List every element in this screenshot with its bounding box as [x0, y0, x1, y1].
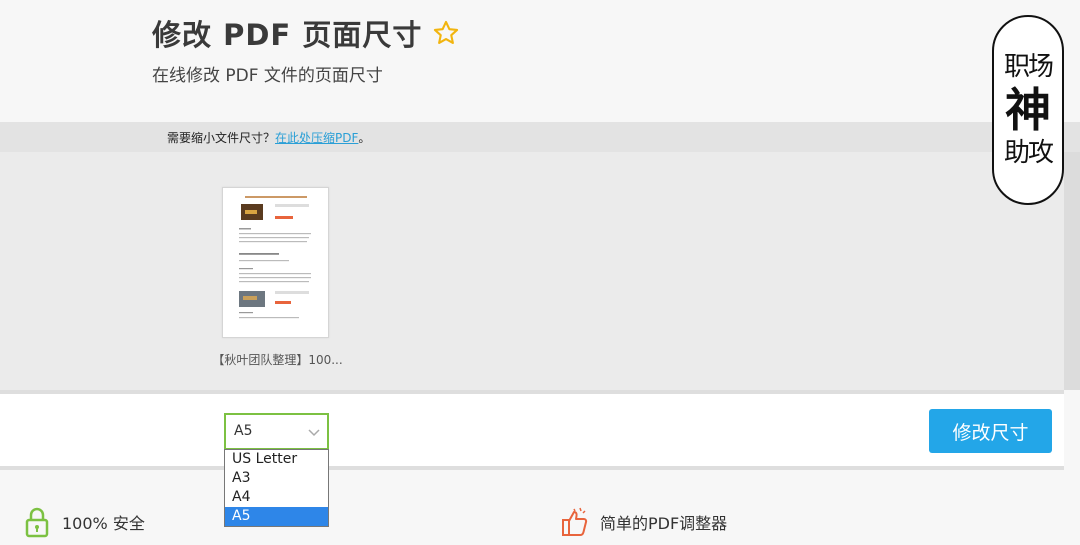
action-bar [0, 390, 1064, 470]
lock-icon [25, 507, 49, 538]
compress-pdf-link[interactable]: 在此处压缩PDF [275, 131, 358, 145]
resize-button[interactable]: 修改尺寸 [929, 409, 1052, 453]
stamp-middle-text: 神 [1005, 83, 1051, 137]
title-row: 修改 PDF 页面尺寸 [152, 12, 460, 54]
notice-text: 需要缩小文件尺寸？ [167, 131, 276, 145]
pdf-thumbnail[interactable] [222, 187, 329, 338]
chevron-down-icon [308, 429, 320, 437]
page-size-option-a3[interactable]: A3 [225, 469, 328, 488]
feature-simple: 简单的PDF调整器 [560, 506, 727, 538]
compress-notice: 需要缩小文件尺寸？在此处压缩PDF。 [167, 129, 370, 146]
file-name: 【秋叶团队整理】100... [212, 353, 343, 367]
watermark-stamp: 职场 神 助攻 [992, 15, 1064, 205]
feature-simple-label: 简单的PDF调整器 [600, 514, 728, 533]
page-size-selected-value: A5 [234, 423, 253, 439]
page-title: 修改 PDF 页面尺寸 [152, 18, 423, 52]
file-workspace: 【秋叶团队整理】100... [0, 152, 1064, 390]
feature-secure-label: 100% 安全 [62, 514, 145, 533]
page-size-option-us-letter[interactable]: US Letter [225, 450, 328, 469]
stamp-bottom-text: 助攻 [1003, 138, 1054, 168]
scrollbar[interactable] [1064, 152, 1080, 390]
page-size-option-a5[interactable]: A5 [225, 507, 328, 526]
page-size-option-a4[interactable]: A4 [225, 488, 328, 507]
page-subtitle: 在线修改 PDF 文件的页面尺寸 [152, 66, 383, 86]
star-icon[interactable] [432, 19, 460, 47]
feature-secure: 100% 安全 [22, 506, 145, 538]
page-size-select[interactable]: A5 [224, 413, 329, 450]
thumbs-up-icon [562, 507, 588, 536]
compress-notice-bar: 需要缩小文件尺寸？在此处压缩PDF。 [0, 122, 1080, 152]
pdf-page-preview [239, 196, 311, 319]
page-header: 修改 PDF 页面尺寸 在线修改 PDF 文件的页面尺寸 [0, 0, 1080, 122]
stamp-top-text: 职场 [1003, 52, 1054, 82]
notice-suffix: 。 [358, 131, 371, 145]
page-size-dropdown: US Letter A3 A4 A5 [224, 449, 329, 527]
